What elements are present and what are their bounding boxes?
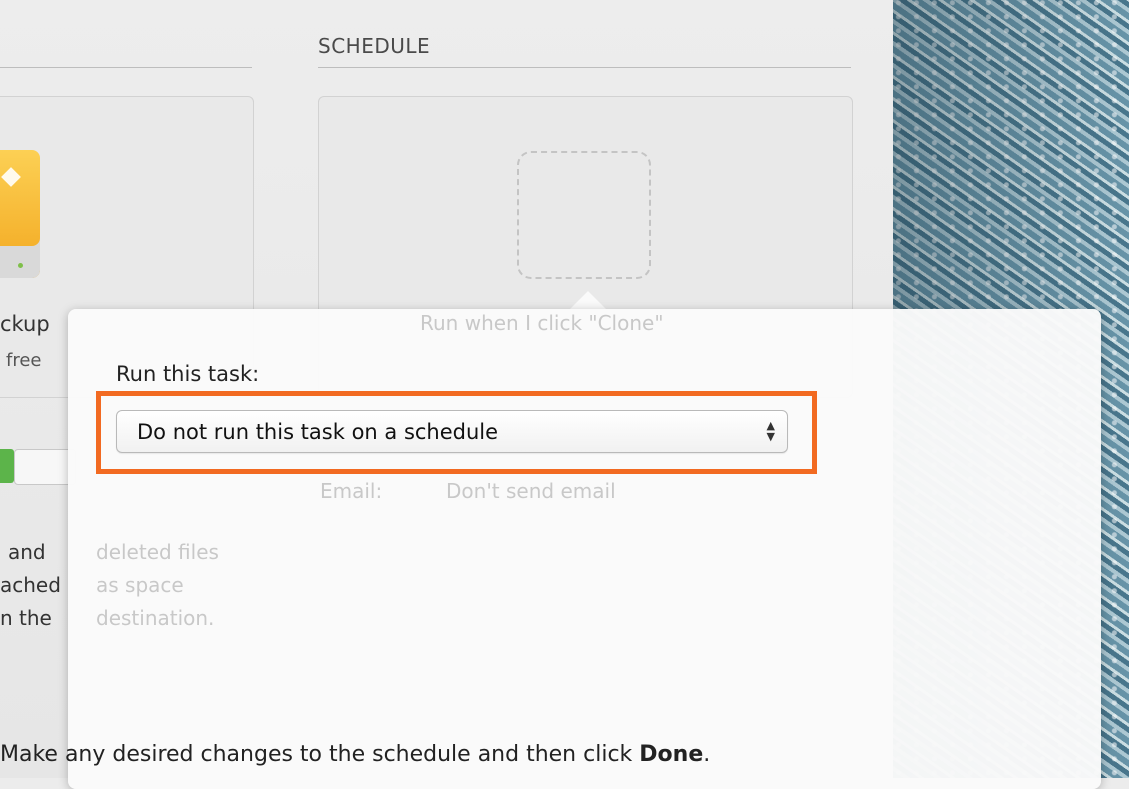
drive-led bbox=[18, 263, 23, 268]
description-line-3: n the bbox=[0, 606, 52, 630]
safetynet-toggle-on[interactable] bbox=[0, 449, 14, 483]
popover-tip bbox=[568, 291, 608, 311]
faded-email-label: Email: bbox=[320, 479, 383, 503]
source-free-space: free bbox=[6, 350, 42, 371]
schedule-placeholder[interactable] bbox=[517, 151, 651, 279]
safetynet-toggle-off[interactable] bbox=[14, 449, 76, 485]
caption-period: . bbox=[703, 742, 711, 767]
faded-desc-2: as space bbox=[96, 573, 184, 597]
faded-desc-3: destination. bbox=[96, 606, 215, 630]
section-divider-schedule bbox=[318, 67, 851, 68]
caption-text: Make any desired changes to the schedule… bbox=[0, 742, 640, 767]
description-line-2: ached bbox=[0, 573, 61, 597]
instruction-caption: Make any desired changes to the schedule… bbox=[0, 742, 710, 767]
description-line-1: and bbox=[8, 540, 46, 564]
faded-email-value: Don't send email bbox=[446, 479, 616, 503]
caption-bold-done: Done bbox=[639, 742, 704, 767]
drive-icon bbox=[0, 150, 40, 278]
run-task-label: Run this task: bbox=[116, 362, 260, 386]
faded-desc-1: deleted files bbox=[96, 540, 219, 564]
annotation-highlight bbox=[96, 391, 817, 474]
schedule-section-title: SCHEDULE bbox=[318, 34, 431, 58]
source-name: ckup bbox=[0, 312, 50, 336]
faded-run-when-label: Run when I click "Clone" bbox=[420, 311, 664, 335]
section-divider-left bbox=[0, 67, 252, 68]
drive-arrow-icon bbox=[1, 167, 21, 187]
